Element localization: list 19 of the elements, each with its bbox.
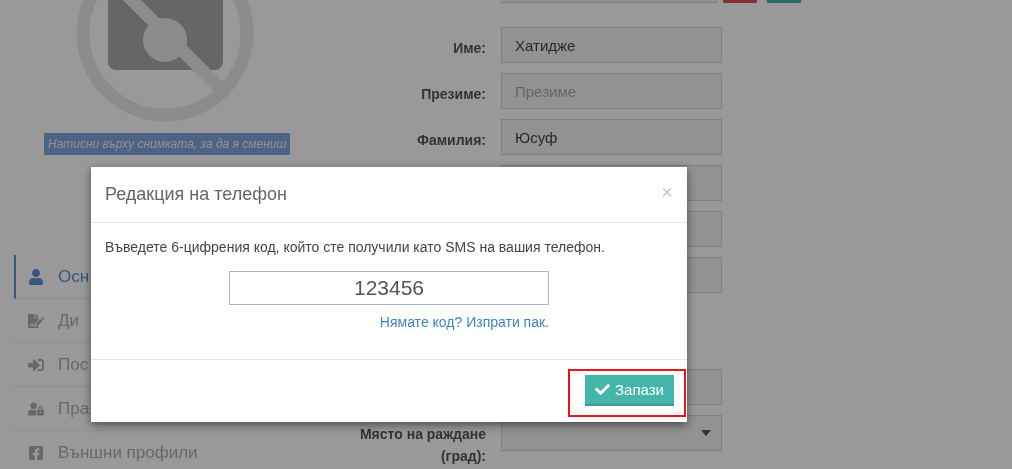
check-icon [595, 382, 611, 397]
dialog-message: Въведете 6-цифрения код, който сте получили като SMS на вашия телефон. [105, 239, 606, 255]
caret-icon [701, 430, 711, 436]
field-label: Фамилия: [416, 131, 486, 150]
sidebar-icon [28, 444, 44, 461]
dialog-title: Редакция на телефон [105, 184, 287, 205]
field-label: Място на раждане (град): [358, 425, 486, 466]
code-input[interactable]: 123456 [229, 271, 549, 305]
sidebar-icon [28, 312, 44, 329]
photo-caption: Натисни върху снимката, за да я смениш [44, 133, 291, 155]
save-button[interactable]: Запази [585, 375, 674, 406]
field-label: Име: [453, 39, 486, 58]
text-field[interactable]: Хатидже [501, 27, 722, 63]
text-field[interactable]: Юсуф [501, 119, 722, 155]
field-label: Презиме: [421, 85, 486, 104]
resend-link[interactable]: Нямате код? Изпрати пак. [379, 314, 549, 330]
sidebar-icon [28, 400, 44, 417]
sidebar-icon [28, 356, 44, 373]
sidebar-icon [28, 268, 44, 285]
